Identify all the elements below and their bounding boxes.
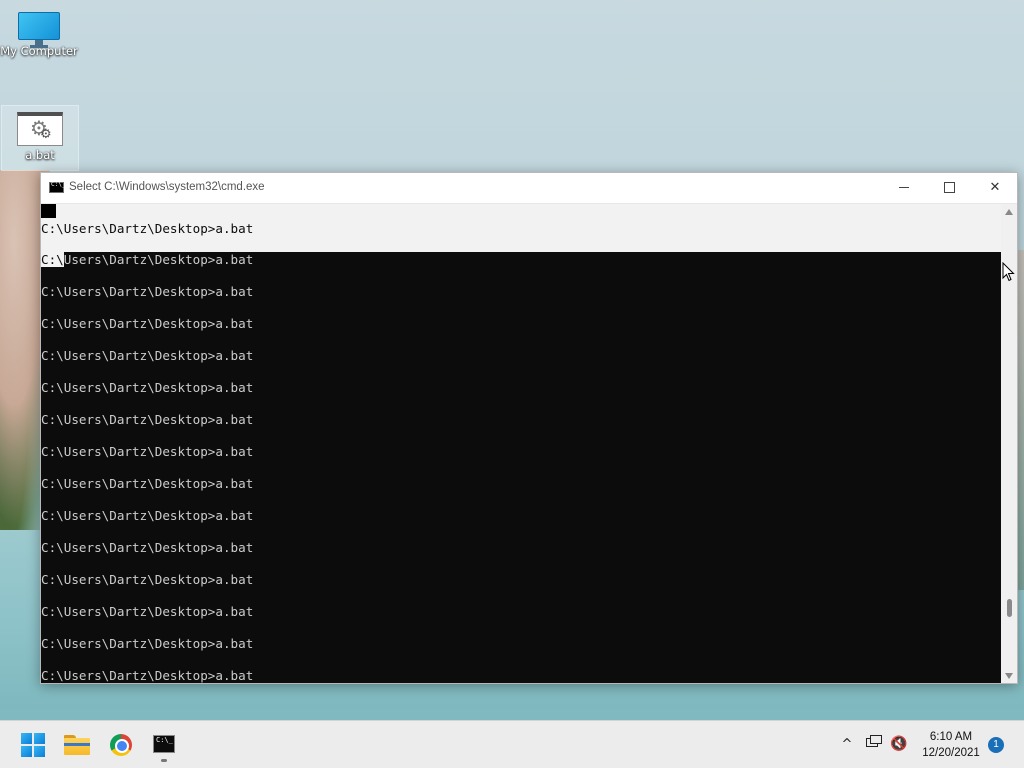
console-line: C:\Users\Dartz\Desktop>a.bat bbox=[41, 604, 254, 619]
folder-icon bbox=[64, 735, 90, 755]
maximize-icon bbox=[943, 182, 955, 193]
console-line: C:\Users\Dartz\Desktop>a.bat bbox=[41, 636, 254, 651]
clock-date: 12/20/2021 bbox=[922, 747, 980, 759]
sound-muted-icon[interactable]: 🔇 bbox=[890, 735, 910, 753]
taskbar-file-explorer[interactable] bbox=[61, 729, 93, 761]
console-line: C:\Users\Dartz\Desktop>a.bat bbox=[41, 508, 254, 523]
monitor-icon bbox=[18, 12, 60, 48]
taskbar: ^ 🔇 6:10 AM 12/20/2021 1 bbox=[0, 720, 1024, 768]
notification-badge[interactable]: 1 bbox=[988, 737, 1004, 753]
console-cursor bbox=[41, 204, 56, 218]
cmd-icon bbox=[153, 735, 175, 753]
active-indicator bbox=[161, 759, 167, 762]
console-line: C:\Users\Dartz\Desktop>a.bat bbox=[41, 540, 254, 555]
start-button[interactable] bbox=[17, 729, 49, 761]
console-line: C:\Users\Dartz\Desktop>a.bat bbox=[41, 668, 254, 683]
desktop-icon-my-computer[interactable]: My Computer bbox=[0, 8, 78, 58]
console-line: C:\Users\Dartz\Desktop>a.bat bbox=[41, 284, 254, 299]
minimize-button[interactable] bbox=[881, 173, 927, 203]
show-hidden-icons-chevron-icon[interactable]: ^ bbox=[838, 736, 856, 754]
windows-start-icon bbox=[21, 733, 45, 757]
minimize-icon bbox=[899, 187, 909, 188]
close-icon: ✕ bbox=[989, 180, 1001, 195]
taskbar-command-prompt[interactable] bbox=[148, 729, 180, 762]
maximize-button[interactable] bbox=[926, 173, 972, 203]
desktop: My Computer ⚙ ⚙ a.bat Select C:\Windows\… bbox=[0, 0, 1024, 768]
batch-file-gear-icon: ⚙ ⚙ bbox=[17, 112, 63, 146]
cmd-window[interactable]: Select C:\Windows\system32\cmd.exe ✕ C:\… bbox=[40, 172, 1018, 684]
scroll-up-arrow-icon[interactable] bbox=[1005, 209, 1013, 215]
console-line: C:\Users\Dartz\Desktop>a.bat bbox=[41, 252, 253, 268]
scroll-down-arrow-icon[interactable] bbox=[1005, 673, 1013, 679]
selection-start: C:\ bbox=[41, 252, 64, 267]
console-line: C:\Users\Dartz\Desktop>a.bat bbox=[41, 444, 254, 459]
console-line-text: Users\Dartz\Desktop>a.bat bbox=[63, 252, 254, 267]
console-line: C:\Users\Dartz\Desktop>a.bat bbox=[41, 572, 254, 587]
scrollbar-thumb[interactable] bbox=[1007, 599, 1012, 617]
desktop-icon-label: a.bat bbox=[25, 148, 55, 162]
console-line: C:\Users\Dartz\Desktop>a.bat bbox=[41, 380, 254, 395]
console-line: C:\Users\Dartz\Desktop>a.bat bbox=[41, 316, 254, 331]
console-line: C:\Users\Dartz\Desktop>a.bat bbox=[41, 221, 254, 236]
network-icon[interactable] bbox=[864, 735, 884, 753]
console-line: C:\Users\Dartz\Desktop>a.bat bbox=[41, 476, 254, 491]
console-line: C:\Users\Dartz\Desktop>a.bat bbox=[41, 348, 254, 363]
desktop-icon-a-bat[interactable]: ⚙ ⚙ a.bat bbox=[1, 105, 79, 171]
clock-time: 6:10 AM bbox=[929, 731, 973, 743]
console-output[interactable]: C:\Users\Dartz\Desktop>a.bat C:\Users\Da… bbox=[41, 204, 1001, 683]
clock[interactable]: 6:10 AM 12/20/2021 bbox=[915, 729, 987, 761]
window-titlebar[interactable]: Select C:\Windows\system32\cmd.exe ✕ bbox=[41, 173, 1017, 204]
window-title: Select C:\Windows\system32\cmd.exe bbox=[69, 181, 265, 193]
cmd-icon[interactable] bbox=[49, 181, 65, 193]
chrome-icon bbox=[110, 734, 132, 756]
console-line: C:\Users\Dartz\Desktop>a.bat bbox=[41, 412, 254, 427]
close-button[interactable]: ✕ bbox=[972, 173, 1017, 203]
taskbar-chrome[interactable] bbox=[105, 729, 137, 761]
